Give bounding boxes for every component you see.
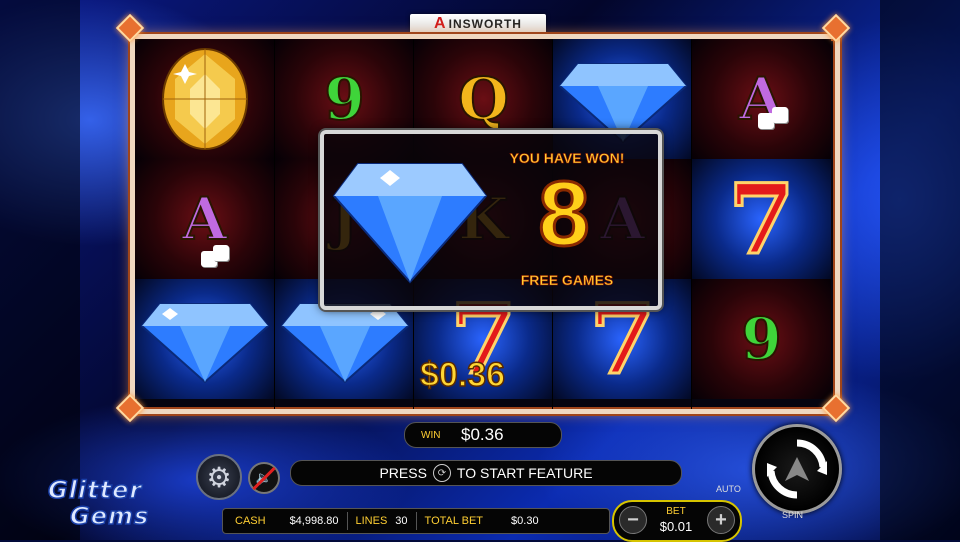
cash-label: CASH xyxy=(235,515,266,527)
settings-button[interactable]: ⚙ xyxy=(196,454,242,500)
win-label: WIN xyxy=(421,429,441,441)
info-bar: CASH $4,998.80 LINES 30 TOTAL BET $0.30 xyxy=(222,508,610,534)
right-shade xyxy=(880,0,960,540)
blue-diamond-icon xyxy=(140,303,269,384)
brand-name: INSWORTH xyxy=(448,17,522,31)
spin-button[interactable] xyxy=(752,424,842,514)
speaker-muted-icon: 🔈 xyxy=(255,470,273,485)
gear-icon: ⚙ xyxy=(206,461,232,493)
bet-label: BET xyxy=(666,506,686,517)
free-games-win-popup: YOU HAVE WON! 8 FREE GAMES xyxy=(320,130,662,310)
brand-mark: A xyxy=(434,15,447,32)
win-value: $0.36 xyxy=(461,425,504,444)
game-logo-line1: Glitter xyxy=(47,475,143,505)
dice-icon xyxy=(772,107,788,123)
symbol-ace: A xyxy=(181,184,228,254)
bet-control: − BET $0.01 + xyxy=(612,500,742,542)
cash-value: $4,998.80 xyxy=(289,515,339,527)
gold-gem-icon xyxy=(161,48,248,150)
blue-diamond-icon xyxy=(332,163,488,284)
symbol-cell: 7 xyxy=(692,159,831,279)
symbol-cell: A xyxy=(692,39,831,159)
divider xyxy=(415,512,417,530)
symbol-cell xyxy=(135,39,274,159)
game-logo: Glitter Gems xyxy=(46,474,186,534)
dice-icon xyxy=(213,245,229,261)
symbol-seven: 7 xyxy=(727,161,797,277)
lines-value: 30 xyxy=(395,515,408,527)
prompt-press: PRESS xyxy=(379,465,427,481)
feature-prompt: PRESS ⟳ TO START FEATURE xyxy=(290,460,682,486)
bet-increase-button[interactable]: + xyxy=(707,506,735,534)
reel-1: A xyxy=(135,39,274,409)
symbol-cell: A xyxy=(135,159,274,279)
divider xyxy=(346,512,348,530)
line-win-amount: $0.36 xyxy=(419,355,506,395)
sound-toggle-button[interactable]: 🔈 xyxy=(248,462,280,494)
symbol-nine: 9 xyxy=(740,304,782,374)
prompt-feature: TO START FEATURE xyxy=(456,465,593,481)
symbol-cell xyxy=(135,279,274,399)
total-bet-value: $0.30 xyxy=(511,515,539,527)
symbol-nine: 9 xyxy=(323,64,365,134)
win-subtitle: FREE GAMES xyxy=(520,272,614,289)
spin-icon: ⟳ xyxy=(432,464,451,482)
reel-5: A 7 9 xyxy=(691,39,831,409)
left-shade xyxy=(0,0,80,540)
free-games-count: 8 xyxy=(537,163,591,265)
symbol-cell: 9 xyxy=(692,279,831,399)
spin-arrows-icon xyxy=(767,439,827,499)
win-display: WIN $0.36 xyxy=(404,422,562,448)
bet-decrease-button[interactable]: − xyxy=(619,506,647,534)
autoplay-label[interactable]: AUTO xyxy=(716,484,741,494)
brand-logo: A INSWORTH xyxy=(410,14,546,34)
total-bet-label: TOTAL BET xyxy=(424,515,484,527)
spin-label: SPIN xyxy=(782,510,804,520)
bet-value: $0.01 xyxy=(659,519,693,534)
symbol-queen: Q xyxy=(457,64,510,134)
lines-label: LINES xyxy=(355,515,388,527)
game-logo-line2: Gems xyxy=(69,501,150,531)
